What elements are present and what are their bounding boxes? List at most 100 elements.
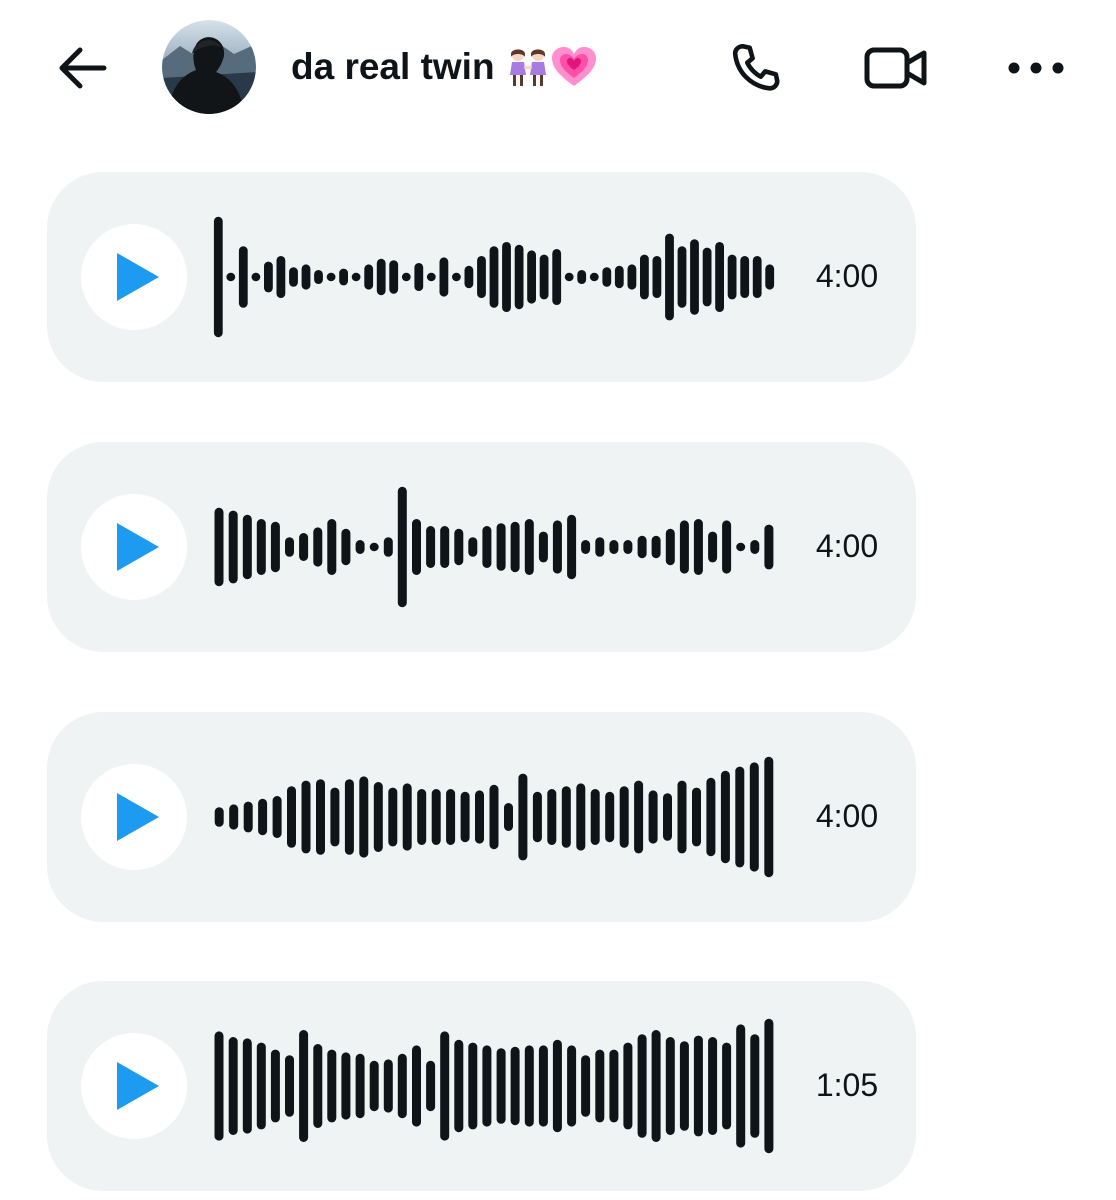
women-holding-hands-emoji (509, 49, 546, 86)
waveform-bar (482, 526, 492, 568)
waveform-bar (388, 787, 398, 847)
voice-message: 4:00 (47, 442, 916, 652)
phone-icon (732, 43, 780, 91)
waveform-bar (477, 256, 486, 298)
waveform-bar (538, 1045, 548, 1127)
waveform-bar (609, 1049, 619, 1123)
duration-label: 1:05 (815, 1067, 879, 1103)
waveform-bar (460, 791, 470, 843)
waveform-bar (228, 510, 238, 584)
waveform-graphic (213, 216, 775, 338)
call-button[interactable] (724, 36, 788, 100)
waveform-bar (402, 783, 412, 851)
waveform[interactable] (207, 737, 781, 897)
play-button[interactable] (81, 224, 187, 330)
waveform-bar (567, 514, 577, 580)
waveform[interactable] (207, 1006, 781, 1166)
waveform-bar (489, 784, 499, 850)
waveform-bar (355, 540, 365, 554)
waveform-bar (561, 786, 571, 848)
waveform-bar (623, 540, 633, 554)
waveform-bar (764, 1018, 774, 1154)
waveform-bar (590, 789, 600, 845)
waveform[interactable] (207, 197, 781, 357)
waveform-bar (482, 1045, 492, 1127)
play-button[interactable] (81, 494, 187, 600)
more-horizontal-icon (1008, 62, 1064, 74)
waveform-bar (289, 267, 298, 287)
waveform-bar (242, 514, 252, 580)
waveform-bar (330, 787, 340, 847)
waveform-bar (627, 264, 637, 290)
waveform-bar (764, 524, 774, 570)
waveform-bar (251, 272, 261, 282)
waveform-bar (735, 766, 745, 868)
waveform-bar (538, 531, 548, 563)
waveform-bar (589, 272, 599, 282)
waveform-graphic (214, 486, 774, 608)
waveform-bar (518, 773, 528, 861)
waveform-bar (440, 526, 450, 568)
waveform-bar (524, 1045, 534, 1127)
waveform-bar (532, 791, 542, 843)
waveform-bar (708, 1037, 718, 1135)
waveform-bar (736, 1024, 746, 1148)
waveform-graphic (214, 756, 774, 878)
waveform-bar (665, 233, 674, 321)
waveform-bar (722, 520, 732, 574)
back-button[interactable] (52, 38, 112, 98)
waveform-bar (454, 528, 464, 566)
waveform-graphic (214, 1018, 774, 1154)
voice-message: 4:00 (47, 712, 916, 922)
waveform-bar (665, 1037, 675, 1135)
waveform-bar (313, 1044, 323, 1128)
waveform-bar (446, 789, 456, 845)
waveform-bar (238, 246, 248, 308)
profile-photo (162, 20, 256, 114)
avatar[interactable] (162, 20, 256, 114)
play-icon (117, 523, 159, 571)
waveform-bar (383, 537, 393, 557)
play-button[interactable] (81, 1033, 187, 1139)
waveform-bar (702, 247, 712, 307)
waveform-bar (351, 272, 361, 282)
waveform-bar (539, 254, 549, 300)
waveform-bar (301, 780, 311, 854)
waveform-bar (364, 264, 374, 290)
waveform-bar (341, 528, 351, 566)
waveform-bar (355, 1053, 365, 1119)
waveform-bar (552, 520, 562, 574)
play-button[interactable] (81, 764, 187, 870)
waveform-bar (623, 1042, 633, 1130)
waveform-bar (527, 250, 536, 304)
waveform-bar (577, 270, 587, 284)
waveform-bar (412, 519, 421, 575)
play-icon (117, 253, 159, 301)
waveform-bar (640, 254, 649, 300)
waveform-bar (749, 762, 759, 872)
waveform-bar (765, 264, 775, 290)
waveform-bar (440, 1031, 450, 1141)
waveform-bar (401, 272, 411, 282)
waveform[interactable] (207, 467, 781, 627)
waveform-bar (652, 256, 662, 298)
waveform-bar (383, 1059, 393, 1113)
waveform-bar (369, 1060, 379, 1112)
waveform-bar (468, 537, 478, 557)
waveform-bar (464, 265, 474, 289)
waveform-bar (663, 793, 672, 841)
waveform-bar (214, 807, 224, 827)
waveform-bar (426, 526, 436, 568)
duration-label: 4:00 (815, 798, 879, 834)
waveform-bar (750, 1034, 760, 1138)
video-call-button[interactable] (860, 38, 932, 98)
voice-message: 1:05 (47, 981, 916, 1191)
waveform-bar (602, 267, 612, 287)
waveform-bar (547, 789, 557, 845)
conversation-title: da real twin (291, 44, 597, 90)
waveform-bar (722, 1042, 732, 1130)
arrow-left-icon (59, 47, 107, 89)
waveform-bar (692, 787, 701, 847)
more-button[interactable] (1000, 40, 1070, 96)
waveform-bar (327, 519, 337, 575)
